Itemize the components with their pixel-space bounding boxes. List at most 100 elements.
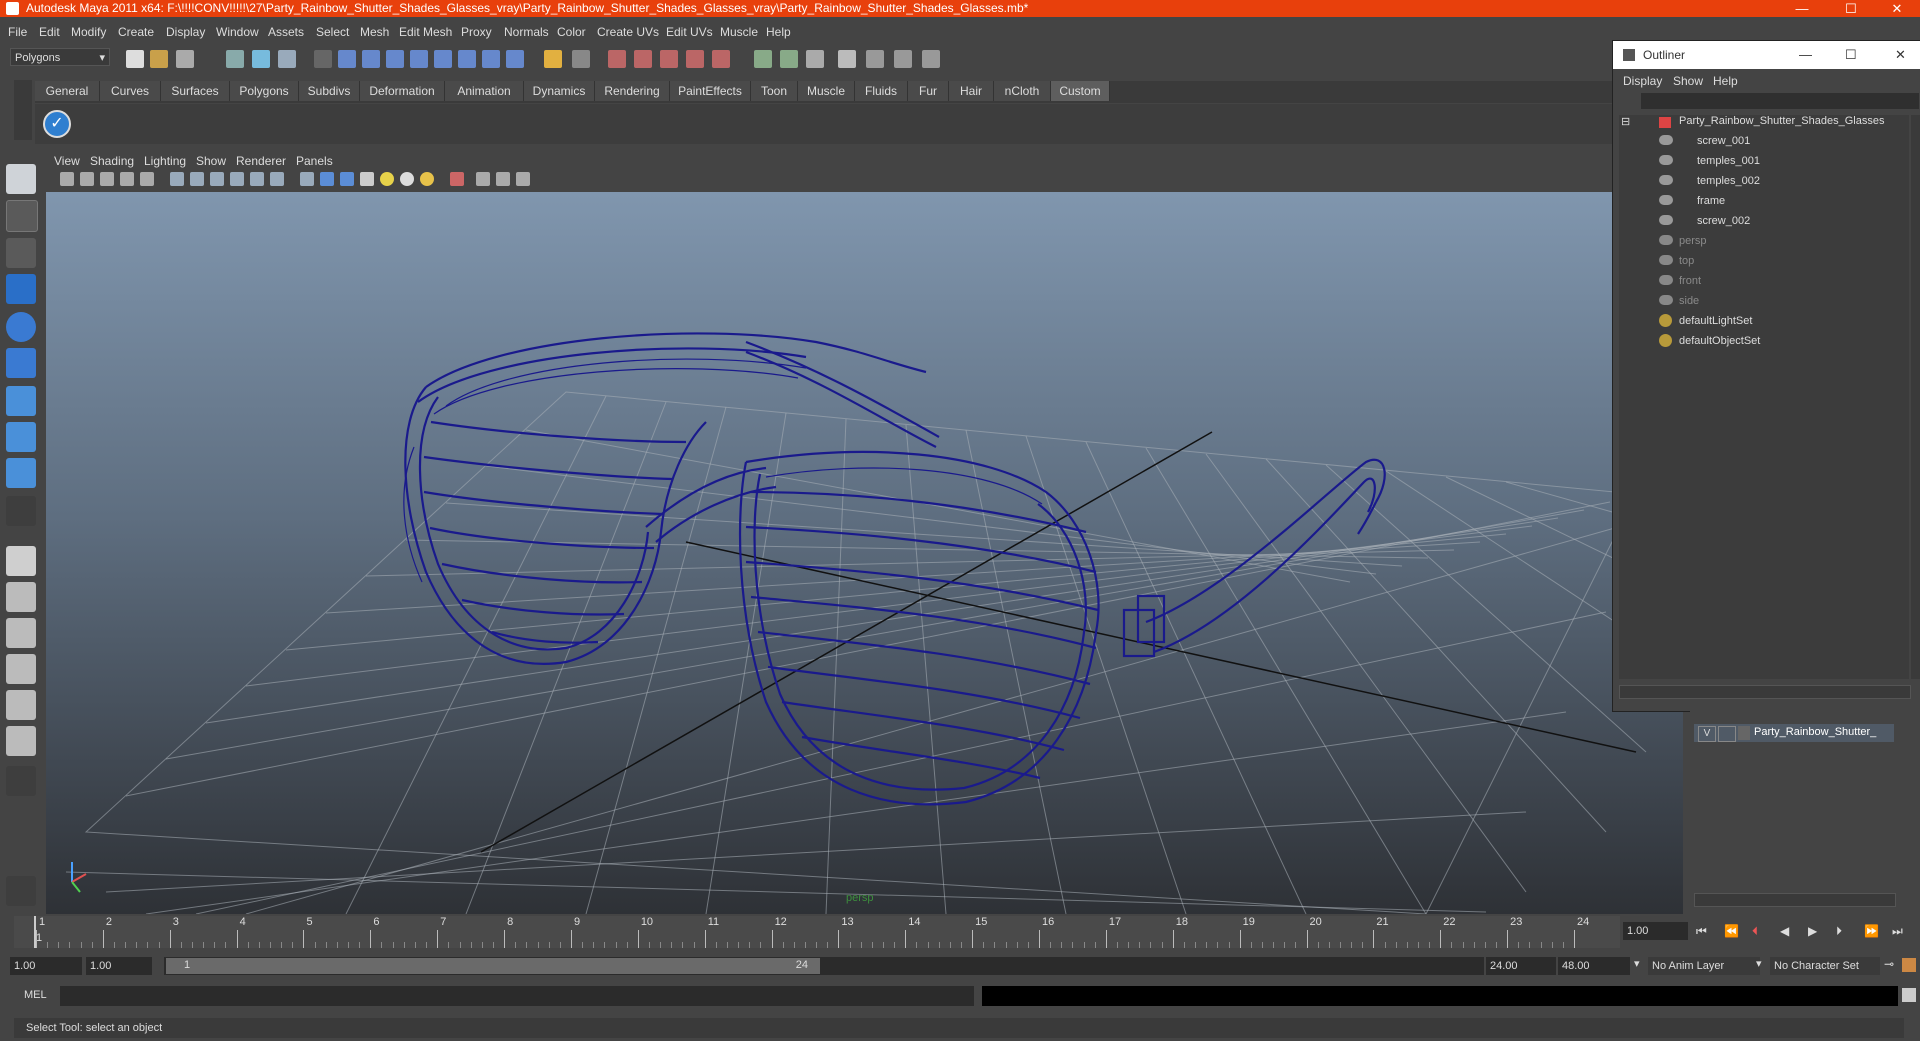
layer-horizontal-scrollbar[interactable] bbox=[1694, 893, 1896, 907]
textured-icon[interactable] bbox=[360, 172, 374, 186]
persp-outliner-layout-icon[interactable] bbox=[6, 618, 36, 648]
menu-edit[interactable]: Edit bbox=[39, 25, 60, 39]
outliner-horizontal-scrollbar[interactable] bbox=[1619, 685, 1911, 699]
share-icon[interactable] bbox=[516, 172, 530, 186]
go-to-end-icon[interactable]: ⏭ bbox=[1892, 924, 1903, 939]
menu-proxy[interactable]: Proxy bbox=[461, 25, 492, 39]
animation-start-field[interactable]: 1.00 bbox=[10, 957, 82, 975]
make-live-icon[interactable] bbox=[712, 50, 730, 68]
safe-title-icon[interactable] bbox=[270, 172, 284, 186]
shadows-icon[interactable] bbox=[400, 172, 414, 186]
outliner-item-root[interactable]: Party_Rainbow_Shutter_Shades_Glasses bbox=[1679, 115, 1884, 127]
select-handles-icon[interactable] bbox=[338, 50, 356, 68]
tab-deformation[interactable]: Deformation bbox=[360, 81, 445, 101]
rotate-tool-icon[interactable] bbox=[6, 312, 36, 342]
outliner-item-screw-002[interactable]: screw_002 bbox=[1697, 215, 1750, 227]
menu-select[interactable]: Select bbox=[316, 25, 349, 39]
animation-end-field[interactable]: 48.00 bbox=[1558, 957, 1630, 975]
step-forward-key-icon[interactable]: ⏩ bbox=[1864, 924, 1879, 938]
outliner-menu-show[interactable]: Show bbox=[1673, 74, 1703, 88]
tab-animation[interactable]: Animation bbox=[445, 81, 524, 101]
outliner-item-temples-001[interactable]: temples_001 bbox=[1697, 155, 1760, 167]
more-layouts-icon[interactable] bbox=[6, 766, 36, 796]
menu-file[interactable]: File bbox=[8, 25, 27, 39]
viewport-menu-show[interactable]: Show bbox=[196, 154, 226, 168]
select-component-icon[interactable] bbox=[278, 50, 296, 68]
ipr-render-icon[interactable] bbox=[806, 50, 824, 68]
menu-mesh[interactable]: Mesh bbox=[360, 25, 389, 39]
menu-create-uvs[interactable]: Create UVs bbox=[597, 25, 659, 39]
select-tool-icon[interactable] bbox=[6, 164, 36, 194]
outliner-menu-help[interactable]: Help bbox=[1713, 74, 1738, 88]
checkmark-icon[interactable]: ✓ bbox=[43, 110, 71, 138]
soft-modification-icon[interactable] bbox=[6, 422, 36, 452]
viewport-menu-shading[interactable]: Shading bbox=[90, 154, 134, 168]
resolution-gate-icon[interactable] bbox=[190, 172, 204, 186]
menu-display[interactable]: Display bbox=[166, 25, 205, 39]
layer-visibility-toggle[interactable]: V bbox=[1698, 726, 1716, 742]
image-plane-icon[interactable] bbox=[120, 172, 134, 186]
range-slider-handle[interactable]: 1 24 bbox=[166, 958, 820, 974]
xray-joints-icon[interactable] bbox=[496, 172, 510, 186]
playback-end-field[interactable]: 24.00 bbox=[1486, 957, 1556, 975]
save-scene-icon[interactable] bbox=[176, 50, 194, 68]
outliner-filter-input[interactable] bbox=[1641, 93, 1919, 109]
menu-edit-uvs[interactable]: Edit UVs bbox=[666, 25, 713, 39]
render-frame-icon[interactable] bbox=[780, 50, 798, 68]
outliner-item-frame[interactable]: frame bbox=[1697, 195, 1725, 207]
layer-template-toggle[interactable] bbox=[1718, 726, 1736, 742]
select-surfaces-icon[interactable] bbox=[410, 50, 428, 68]
snap-curve-icon[interactable] bbox=[634, 50, 652, 68]
select-dynamics-icon[interactable] bbox=[458, 50, 476, 68]
grid-icon[interactable] bbox=[140, 172, 154, 186]
attribute-editor-icon[interactable] bbox=[894, 50, 912, 68]
outliner-item-screw-001[interactable]: screw_001 bbox=[1697, 135, 1750, 147]
tab-curves[interactable]: Curves bbox=[100, 81, 161, 101]
command-language-label[interactable]: MEL bbox=[24, 989, 47, 1001]
outliner-close-button[interactable]: ✕ bbox=[1895, 41, 1906, 69]
wireframe-on-shaded-icon[interactable] bbox=[340, 172, 354, 186]
snap-view-plane-icon[interactable] bbox=[686, 50, 704, 68]
character-set-dropdown[interactable]: No Character Set bbox=[1770, 957, 1880, 975]
four-view-layout-icon[interactable] bbox=[6, 582, 36, 612]
animation-preferences-icon[interactable] bbox=[1902, 958, 1916, 972]
mask-icon[interactable] bbox=[314, 50, 332, 68]
select-curves-icon[interactable] bbox=[386, 50, 404, 68]
viewport-menu-renderer[interactable]: Renderer bbox=[236, 154, 286, 168]
playback-start-field[interactable]: 1.00 bbox=[86, 957, 152, 975]
menu-modify[interactable]: Modify bbox=[71, 25, 106, 39]
use-all-lights-icon[interactable] bbox=[380, 172, 394, 186]
tab-subdivs[interactable]: Subdivs bbox=[299, 81, 360, 101]
outliner-menu-display[interactable]: Display bbox=[1623, 74, 1662, 88]
select-deformations-icon[interactable] bbox=[434, 50, 452, 68]
command-input[interactable] bbox=[60, 986, 974, 1006]
tab-polygons[interactable]: Polygons bbox=[230, 81, 299, 101]
paint-select-tool-icon[interactable] bbox=[6, 238, 36, 268]
key-icon[interactable]: ⊸ bbox=[1884, 957, 1894, 971]
layer-color-swatch[interactable] bbox=[1738, 726, 1750, 740]
outliner-item-default-object-set[interactable]: defaultObjectSet bbox=[1679, 335, 1760, 347]
play-forward-icon[interactable]: ▶ bbox=[1808, 924, 1817, 938]
menu-help[interactable]: Help bbox=[766, 25, 791, 39]
menu-window[interactable]: Window bbox=[216, 25, 259, 39]
lasso-paint-icon[interactable] bbox=[6, 876, 36, 906]
outliner-item-temples-002[interactable]: temples_002 bbox=[1697, 175, 1760, 187]
minimize-button[interactable]: — bbox=[1779, 0, 1825, 17]
custom-layout-icon[interactable] bbox=[6, 726, 36, 756]
shelf-menu-handle[interactable] bbox=[14, 80, 32, 140]
new-scene-icon[interactable] bbox=[126, 50, 144, 68]
single-perspective-layout-icon[interactable] bbox=[6, 546, 36, 576]
select-joints-icon[interactable] bbox=[362, 50, 380, 68]
move-tool-icon[interactable] bbox=[6, 274, 36, 304]
step-back-key-icon[interactable]: ⏪ bbox=[1724, 924, 1739, 938]
mode-selector[interactable]: Polygons ▾ bbox=[10, 48, 110, 66]
tab-general[interactable]: General bbox=[35, 81, 100, 101]
layer-row[interactable]: V Party_Rainbow_Shutter_ bbox=[1694, 724, 1894, 742]
maximize-button[interactable]: ☐ bbox=[1828, 0, 1874, 17]
lasso-tool-icon[interactable] bbox=[6, 200, 38, 232]
tab-dynamics[interactable]: Dynamics bbox=[524, 81, 595, 101]
menu-muscle[interactable]: Muscle bbox=[720, 25, 758, 39]
perspective-viewport[interactable]: persp bbox=[46, 192, 1683, 914]
step-back-frame-icon[interactable]: ⏴ bbox=[1752, 924, 1758, 939]
menu-normals[interactable]: Normals bbox=[504, 25, 549, 39]
